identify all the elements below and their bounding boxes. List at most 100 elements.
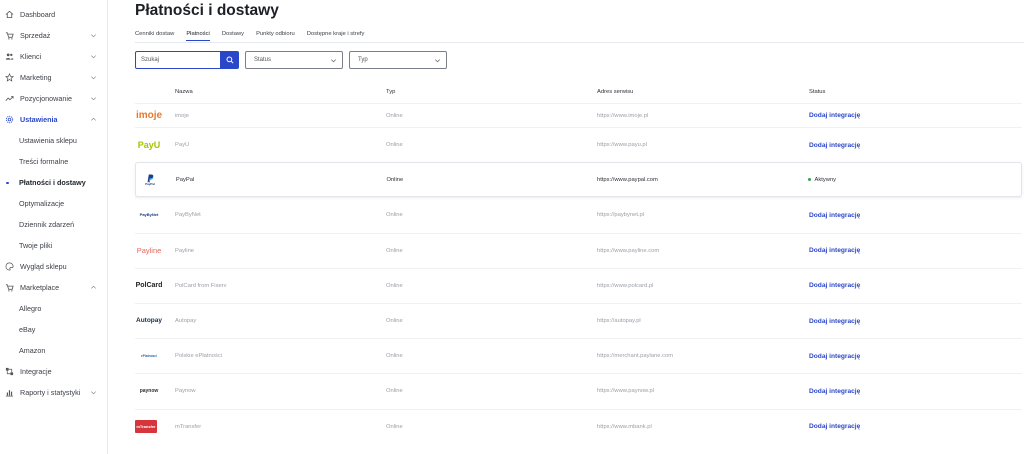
payment-type: Online — [386, 112, 403, 119]
table-row[interactable]: Autopay Autopay Online https://autopay.p… — [135, 302, 1022, 338]
page-title: Płatności i dostawy — [135, 2, 279, 19]
payment-type: Online — [386, 388, 403, 395]
sidebar-subitem-twoje-pliki[interactable]: Twoje pliki — [0, 235, 107, 256]
payment-address: https://www.paynow.pl — [597, 388, 655, 395]
marketplace-icon — [4, 283, 14, 293]
polcard-logo: PolCard — [135, 282, 163, 290]
payment-address: https://www.mbank.pl — [597, 423, 652, 430]
sidebar-subitem-label: eBay — [19, 325, 36, 334]
add-integration-link[interactable]: Dodaj integrację — [809, 212, 860, 219]
payment-type: Online — [386, 212, 403, 219]
payment-name: Autopay — [175, 318, 197, 325]
logo-cell: PayPal — [136, 171, 176, 189]
sidebar-subitem-optymalizacje[interactable]: Optymalizacje — [0, 193, 107, 214]
current-indicator-dot — [6, 181, 9, 184]
payline-logo: Payline — [136, 245, 162, 255]
status-text: Aktywny — [814, 176, 837, 183]
sidebar-item-pozycjonowanie[interactable]: Pozycjonowanie — [0, 88, 107, 109]
add-integration-link[interactable]: Dodaj integrację — [809, 112, 860, 119]
chevron-down-icon — [91, 34, 96, 38]
sidebar-item-marketplace[interactable]: Marketplace — [0, 277, 107, 298]
payment-address: https://www.payu.pl — [597, 142, 647, 149]
sidebar-item-marketing[interactable]: Marketing — [0, 67, 107, 88]
search-button[interactable] — [221, 51, 239, 69]
sidebar-subitem-label: Treści formalne — [19, 157, 69, 166]
add-integration-link[interactable]: Dodaj integrację — [809, 353, 860, 360]
paynow-logo: paynow — [139, 387, 159, 394]
payment-address: https://www.polcard.pl — [597, 282, 654, 289]
sidebar-item-label: Marketing — [20, 73, 52, 82]
tab-punkty-odbioru[interactable]: Punkty odbioru — [256, 31, 295, 41]
type-select[interactable]: Typ — [349, 51, 447, 69]
payment-address: https://www.paypal.com — [596, 176, 658, 183]
payment-name: PolCard from Fiserv — [175, 282, 227, 289]
main-content: Płatności i dostawy Cenniki dostaw Płatn… — [108, 0, 1024, 454]
tab-cenniki-dostaw[interactable]: Cenniki dostaw — [135, 31, 174, 41]
star-icon — [4, 73, 14, 83]
sidebar-item-sprzedaz[interactable]: Sprzedaż — [0, 25, 107, 46]
table-row[interactable]: PayPal PayPal Online https://www.paypal.… — [135, 162, 1022, 198]
sidebar-subitem-allegro[interactable]: Allegro — [0, 298, 107, 319]
status-select[interactable]: Status — [245, 51, 343, 69]
payment-type: Online — [386, 142, 403, 149]
add-integration-link[interactable]: Dodaj integrację — [809, 388, 860, 395]
sidebar-subitem-platnosci-i-dostawy[interactable]: Płatności i dostawy — [0, 172, 107, 193]
tab-bar: Cenniki dostaw Płatności Dostawy Punkty … — [135, 31, 376, 41]
tab-dostawy[interactable]: Dostawy — [222, 31, 244, 41]
logo-cell: PayByNet — [135, 206, 175, 224]
table-row[interactable]: imoje imoje Online https://www.imoje.pl … — [135, 103, 1022, 127]
autopay-logo: Autopay — [136, 316, 162, 324]
table-row[interactable]: ePlatnosci Polskie ePłatności Online htt… — [135, 338, 1022, 373]
column-header-type: Typ — [386, 89, 396, 95]
sidebar-subitem-label: Amazon — [19, 346, 46, 355]
logo-cell: PayU — [135, 136, 175, 154]
logo-cell: Autopay — [135, 312, 175, 330]
add-integration-link[interactable]: Dodaj integrację — [809, 247, 860, 254]
payment-address: https://paybynet.pl — [597, 212, 645, 219]
table-row[interactable]: PolCard PolCard from Fiserv Online https… — [135, 267, 1022, 303]
table-row[interactable]: paynow Paynow Online https://www.paynow.… — [135, 373, 1022, 408]
chevron-down-icon — [91, 391, 96, 395]
tab-platnosci[interactable]: Płatności — [186, 31, 210, 41]
sidebar-subitem-amazon[interactable]: Amazon — [0, 340, 107, 361]
sidebar-item-dashboard[interactable]: Dashboard — [0, 4, 107, 25]
payment-name: Payline — [175, 247, 195, 254]
payment-name: PayU — [175, 142, 190, 149]
tab-dostepne-kraje[interactable]: Dostępne kraje i strefy — [307, 31, 365, 41]
sidebar-item-integracje[interactable]: Integracje — [0, 361, 107, 382]
table-row[interactable]: PayU PayU Online https://www.payu.pl Dod… — [135, 127, 1022, 162]
sidebar-subitem-ebay[interactable]: eBay — [0, 319, 107, 340]
sidebar-subitem-tresci-formalne[interactable]: Treści formalne — [0, 151, 107, 172]
sidebar-item-label: Integracje — [20, 367, 52, 376]
sidebar-subitem-ustawienia-sklepu[interactable]: Ustawienia sklepu — [0, 130, 107, 151]
add-integration-link[interactable]: Dodaj integrację — [809, 282, 860, 289]
search-input[interactable]: Szukaj — [135, 51, 221, 69]
add-integration-link[interactable]: Dodaj integrację — [809, 423, 860, 430]
tabs-divider — [135, 42, 1024, 43]
sidebar-item-label: Dashboard — [20, 10, 56, 19]
payment-name: mTransfer — [175, 423, 202, 430]
payment-address: https://www.imoje.pl — [597, 112, 649, 119]
sidebar-item-raporty[interactable]: Raporty i statystyki — [0, 382, 107, 403]
chevron-down-icon — [91, 76, 96, 80]
chevron-down-icon — [435, 58, 440, 62]
paybynet-logo: PayByNet — [139, 212, 159, 218]
payment-name: PayByNet — [175, 212, 201, 219]
sidebar-item-label: Marketplace — [20, 283, 60, 292]
sidebar-item-klienci[interactable]: Klienci — [0, 46, 107, 67]
table-row[interactable]: mTransfer mTransfer Online https://www.m… — [135, 408, 1022, 444]
chevron-up-icon — [91, 285, 96, 289]
payment-name: Paynow — [175, 388, 196, 395]
sidebar-item-wyglad-sklepu[interactable]: Wygląd sklepu — [0, 256, 107, 277]
users-icon — [4, 52, 14, 62]
sidebar-item-ustawienia[interactable]: Ustawienia — [0, 109, 107, 130]
add-integration-link[interactable]: Dodaj integrację — [809, 142, 860, 149]
table-row[interactable]: Payline Payline Online https://www.payli… — [135, 232, 1022, 268]
payment-address: https://autopay.pl — [597, 318, 641, 325]
sidebar-subitem-label: Optymalizacje — [19, 199, 65, 208]
add-integration-link[interactable]: Dodaj integrację — [809, 318, 860, 325]
sidebar-subitem-dziennik-zdarzen[interactable]: Dziennik zdarzeń — [0, 214, 107, 235]
sidebar-item-label: Klienci — [20, 52, 42, 61]
table-row[interactable]: PayByNet PayByNet Online https://paybyne… — [135, 197, 1022, 232]
logo-cell: imoje — [135, 107, 175, 125]
